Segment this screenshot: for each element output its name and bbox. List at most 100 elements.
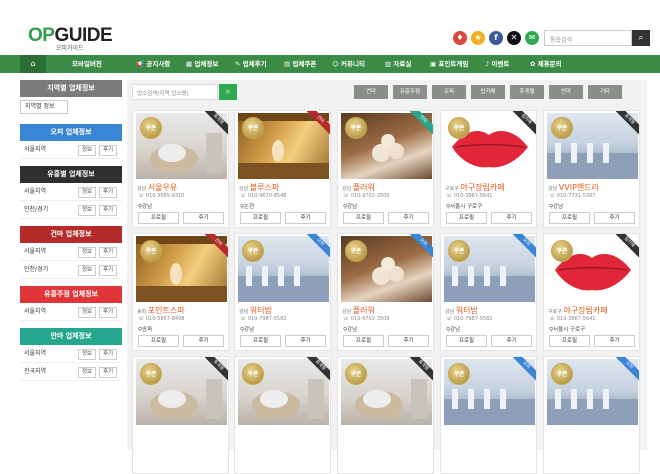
shop-card[interactable]: 쿠폰 휴게텔	[234, 356, 331, 474]
info-button[interactable]: 정보	[78, 145, 97, 156]
category-2[interactable]: 오피	[432, 85, 466, 99]
sidebar-row-label[interactable]: 서울지역	[24, 308, 46, 315]
review-button[interactable]: 후기	[594, 335, 635, 347]
review-button[interactable]: 후기	[99, 205, 118, 216]
nav-community[interactable]: ☺ 커뮤니티	[332, 55, 365, 73]
info-button[interactable]: 정보	[78, 187, 97, 198]
bookmark-icon[interactable]: ♦	[453, 31, 467, 45]
profile-button[interactable]: 프로필	[446, 335, 487, 347]
profile-button[interactable]: 프로필	[446, 212, 487, 224]
category-6[interactable]: 기타	[588, 85, 622, 99]
facebook-icon[interactable]: f	[489, 31, 503, 45]
category-5[interactable]: 안마	[549, 85, 583, 99]
sidebar-row-label[interactable]: 지역별 정보	[25, 103, 55, 110]
home-button[interactable]: ⌂	[20, 55, 46, 73]
global-search-input[interactable]: 통합검색	[544, 30, 632, 46]
shop-title[interactable]: 워터밤	[250, 306, 272, 315]
shop-title[interactable]: 블루스파	[250, 183, 279, 192]
shop-card[interactable]: 쿠폰 오피 강남 워터밤 ☏ 010-7987-5582 ⚲강남 프로필 후기	[440, 233, 537, 351]
profile-button[interactable]: 프로필	[549, 212, 590, 224]
profile-button[interactable]: 프로필	[343, 212, 384, 224]
nav-company-review[interactable]: ✎ 업체후기	[235, 55, 267, 73]
sidebar-row-label[interactable]: 서울지역	[24, 248, 46, 255]
sidebar-section-title[interactable]: 오피 업체정보	[20, 124, 122, 141]
info-button[interactable]: 정보	[78, 349, 97, 360]
review-button[interactable]: 후기	[285, 212, 326, 224]
sidebar-row-label[interactable]: 인천/경기	[24, 266, 48, 273]
profile-button[interactable]: 프로필	[240, 335, 281, 347]
sidebar-section-title[interactable]: 유흥주점 업체정보	[20, 286, 122, 303]
nav-event[interactable]: ♪ 이벤트	[485, 55, 509, 73]
sidebar-section-title[interactable]: 안마 업체정보	[20, 328, 122, 345]
sidebar-section-title[interactable]: 유흥별 업체정보	[20, 166, 122, 183]
shop-card[interactable]: 쿠폰 안마 강남 플러워 ☏ 010-9702-3509 ⚲강남 프로필 후기	[337, 110, 434, 228]
shop-card[interactable]: 쿠폰 오피 강남 플러워 ☏ 010-9702-3509 ⚲강남 프로필 후기	[337, 233, 434, 351]
sidebar-section-title[interactable]: 건마 업체정보	[20, 226, 122, 243]
shop-name[interactable]: 강남 워터밤	[239, 305, 272, 316]
review-button[interactable]: 후기	[99, 187, 118, 198]
nav-company-info[interactable]: ▦ 업체정보	[186, 55, 218, 73]
shop-name[interactable]: 구로구 야구장립카페	[445, 182, 505, 193]
shop-card[interactable]: 쿠폰 오피	[440, 356, 537, 474]
review-button[interactable]: 후기	[388, 212, 429, 224]
review-button[interactable]: 후기	[99, 349, 118, 360]
review-button[interactable]: 후기	[491, 212, 532, 224]
shop-name[interactable]: 강남 플러워	[342, 305, 375, 316]
nav-point-game[interactable]: ▣ 포인트게임	[430, 55, 468, 73]
review-button[interactable]: 후기	[99, 145, 118, 156]
info-button[interactable]: 정보	[78, 247, 97, 258]
shop-search-button[interactable]: ⌕	[219, 84, 237, 100]
shop-card[interactable]: 쿠폰 건마 강남 블루스파 ☏ 010-9670-8548 ⚲논현 프로필 후기	[234, 110, 331, 228]
shop-name[interactable]: 강남 워터밤	[445, 305, 478, 316]
info-button[interactable]: 정보	[78, 205, 97, 216]
shop-title[interactable]: VVIP핸드라	[559, 183, 599, 192]
review-button[interactable]: 후기	[285, 335, 326, 347]
profile-button[interactable]: 프로필	[240, 212, 281, 224]
shop-title[interactable]: 야구장립카페	[563, 306, 607, 315]
shop-card[interactable]: 쿠폰 휴게텔	[132, 356, 229, 474]
info-button[interactable]: 정보	[78, 265, 97, 276]
review-button[interactable]: 후기	[99, 247, 118, 258]
review-button[interactable]: 후기	[99, 307, 118, 318]
sidebar-row-label[interactable]: 서울지역	[24, 188, 46, 195]
review-button[interactable]: 후기	[183, 212, 224, 224]
shop-name[interactable]: 송파 포인트스파	[137, 305, 185, 316]
review-button[interactable]: 후기	[99, 265, 118, 276]
review-button[interactable]: 후기	[183, 335, 224, 347]
shop-name[interactable]: 강남 서울우유	[137, 182, 177, 193]
shop-card[interactable]: 쿠폰 휴게텔 강남 VVIP핸드라 ☏ 010-7731-5387 ⚲강남 프로필 후기	[543, 110, 640, 228]
nav-company-coupon[interactable]: ▤ 업체쿠폰	[284, 55, 316, 73]
x-icon[interactable]: ✕	[507, 31, 521, 45]
sidebar-row-label[interactable]: 서울지역	[24, 146, 46, 153]
nav-resources[interactable]: ▥ 자료실	[385, 55, 411, 73]
shop-name[interactable]: 강남 블루스파	[239, 182, 279, 193]
shop-card[interactable]: 쿠폰 오피	[543, 356, 640, 474]
shop-search-input[interactable]: 업소검색(지역,업소명)	[132, 84, 218, 100]
shop-card[interactable]: 쿠폰 오피 강남 워터밤 ☏ 010-7987-5582 ⚲강남 프로필 후기	[234, 233, 331, 351]
mail-icon[interactable]: ✉	[525, 31, 539, 45]
sidebar-section-title[interactable]: 지역별 업체정보	[20, 80, 122, 97]
shop-card[interactable]: 쿠폰 휴게텔	[337, 356, 434, 474]
nav-partnership[interactable]: ✿ 제휴문의	[530, 55, 562, 73]
shop-title[interactable]: 서울우유	[148, 183, 177, 192]
shop-card[interactable]: 쿠폰 립카페 구로구 야구장립카페 ☏ 010-3867-5641 ⚲서울시 구로구 프로…	[543, 233, 640, 351]
profile-button[interactable]: 프로필	[138, 335, 179, 347]
shop-name[interactable]: 구로구 야구장립카페	[548, 305, 608, 316]
shop-title[interactable]: 플러워	[353, 183, 375, 192]
category-1[interactable]: 유흥주점	[393, 85, 427, 99]
info-button[interactable]: 정보	[78, 307, 97, 318]
info-button[interactable]: 정보	[78, 367, 97, 378]
shop-title[interactable]: 포인트스파	[148, 306, 185, 315]
review-button[interactable]: 후기	[491, 335, 532, 347]
profile-button[interactable]: 프로필	[138, 212, 179, 224]
nav-mobile[interactable]: 모바일버전	[72, 55, 102, 73]
global-search-button[interactable]: ⌕	[632, 30, 650, 46]
sidebar-row-label[interactable]: 서울지역	[24, 350, 46, 357]
shop-name[interactable]: 강남 VVIP핸드라	[548, 182, 599, 193]
profile-button[interactable]: 프로필	[549, 335, 590, 347]
shop-title[interactable]: 야구장립카페	[460, 183, 504, 192]
review-button[interactable]: 후기	[594, 212, 635, 224]
sidebar-row-label[interactable]: 인천/경기	[24, 206, 48, 213]
shop-title[interactable]: 워터밤	[456, 306, 478, 315]
category-4[interactable]: 휴게텔	[510, 85, 544, 99]
